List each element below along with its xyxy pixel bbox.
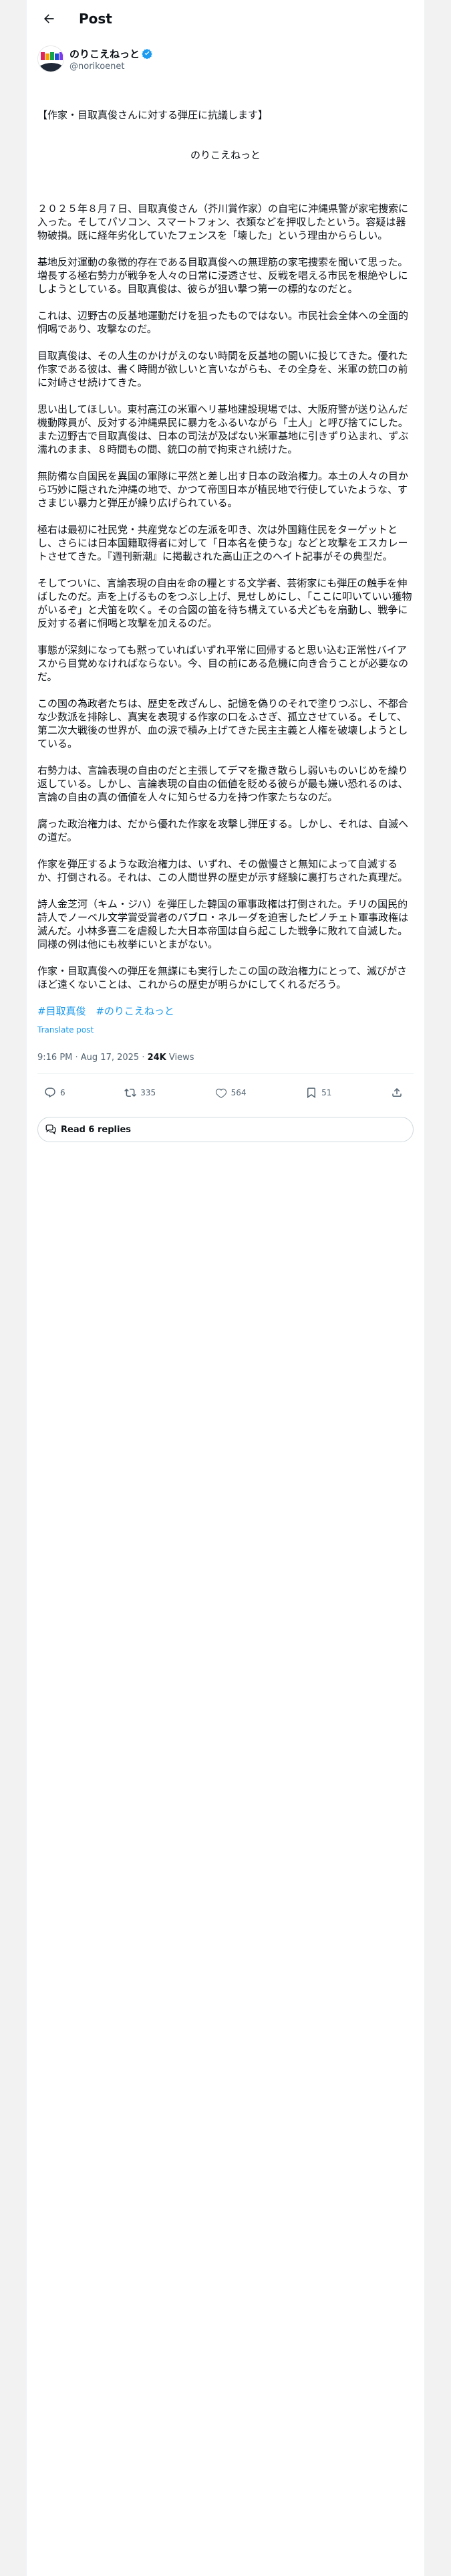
translate-post-link[interactable]: Translate post: [37, 1023, 414, 1037]
views-count: 24K: [147, 1053, 166, 1063]
repost-count: 335: [140, 1088, 156, 1097]
post-paragraph: 思い出してほしい。東村高江の米軍ヘリ基地建設現場では、大阪府警が送り込んだ機動隊…: [37, 403, 409, 455]
hashtag-link[interactable]: #のりこえねっと: [96, 1005, 174, 1017]
author-name-row: のりこえねっと: [69, 47, 152, 61]
read-replies-button[interactable]: Read 6 replies: [37, 1117, 414, 1142]
post-paragraph: 無防備な自国民を異国の軍隊に平然と差し出す日本の政治権力。本土の人々の目から巧妙…: [37, 470, 409, 509]
post-paragraph: この国の為政者たちは、歴史を改ざんし、記憶を偽りのそれで塗りつぶし、不都合な少数…: [37, 697, 408, 750]
post-paragraph: 目取真俊は、その人生のかけがえのない時間を反基地の闘いに投じてきた。優れた作家で…: [37, 350, 408, 389]
share-icon: [392, 1087, 402, 1097]
post-paragraph: これは、辺野古の反基地運動だけを狙ったものではない。市民社会全体への全面的恫喝で…: [37, 310, 409, 335]
read-replies-label: Read 6 replies: [61, 1124, 132, 1135]
hashtags: #目取真俊 #のりこえねっと: [37, 1004, 414, 1018]
post-paragraph: ２０２５年８月７日、目取真俊さん（芥川賞作家）の自宅に沖縄県警が家宅捜索に入った…: [37, 203, 409, 241]
post-timestamp[interactable]: 9:16 PM · Aug 17, 2025 ·: [37, 1053, 148, 1063]
author-name[interactable]: のりこえねっと: [69, 47, 140, 61]
bookmark-icon: [307, 1087, 316, 1099]
post-heading: 【作家・目取真俊さんに対する弾圧に抗議します】: [37, 109, 269, 121]
repost-button[interactable]: 335: [124, 1087, 156, 1099]
verified-badge-icon: [142, 49, 152, 59]
post-paragraph: 詩人金芝河（キム・ジハ）を弾圧した韓国の軍事政権は打倒された。チリの国民的詩人で…: [37, 898, 409, 950]
post-heading-block: 【作家・目取真俊さんに対する弾圧に抗議します】 のりこえねっと: [37, 82, 414, 189]
reply-count: 6: [60, 1088, 65, 1097]
like-count: 564: [231, 1088, 247, 1097]
logo-icon: [38, 46, 63, 72]
hashtag-link[interactable]: #目取真俊: [37, 1005, 86, 1017]
post-paragraph: そしてついに、言論表現の自由を命の糧とする文学者、芸術家にも弾圧の触手を伸ばした…: [37, 577, 412, 629]
post-paragraph: 事態が深刻になっても黙っていればいずれ平常に回帰すると思い込む正常性バイアスから…: [37, 644, 409, 683]
author-block: のりこえねっと @norikoenet: [27, 37, 424, 72]
post-paragraph: 作家を弾圧するような政治権力は、いずれ、その傲慢さと無知によって自滅するか、打倒…: [37, 858, 408, 883]
avatar[interactable]: [37, 45, 64, 72]
repost-icon: [124, 1088, 137, 1097]
like-button[interactable]: 564: [215, 1087, 247, 1099]
reply-button[interactable]: 6: [44, 1087, 65, 1099]
post-paragraph: 極右は最初に社民党・共産党などの左派を叩き、次は外国籍住民をターゲットとし、さら…: [37, 524, 408, 562]
author-handle[interactable]: @norikoenet: [69, 62, 152, 72]
post-body: 【作家・目取真俊さんに対する弾圧に抗議します】 のりこえねっと ２０２５年８月７…: [27, 72, 424, 1037]
heart-icon: [215, 1088, 227, 1099]
views-label: Views: [166, 1053, 194, 1063]
bookmark-button[interactable]: 51: [305, 1087, 331, 1099]
post-meta: 9:16 PM · Aug 17, 2025 · 24K Views: [37, 1053, 414, 1063]
page-title: Post: [79, 11, 112, 27]
action-bar: 6 335 564 51: [27, 1074, 424, 1103]
author-text: のりこえねっと @norikoenet: [69, 47, 152, 72]
arrow-left-icon: [44, 14, 54, 23]
post-paragraph: 作家・目取真俊への弾圧を無謀にも実行したこの国の政治権力にとって、滅びがさほど遠…: [37, 965, 408, 990]
top-bar: Post: [27, 0, 424, 37]
bookmark-count: 51: [321, 1088, 332, 1097]
post-paragraph: 右勢力は、言論表現の自由のだと主張してデマを撒き散らし弱いものいじめを繰り返して…: [37, 764, 408, 803]
back-button[interactable]: [37, 7, 60, 30]
chat-bubbles-icon: [45, 1124, 56, 1135]
post-heading-sub: のりこえねっと: [190, 149, 261, 161]
share-button[interactable]: [391, 1087, 407, 1099]
post-paragraph: 基地反対運動の象徴的存在である目取真俊への無理筋の家宅捜索を聞いて思った。増長す…: [37, 256, 408, 295]
post-paragraph: 腐った政治権力は、だから優れた作家を攻撃し弾圧する。しかし、それは、自滅への道だ…: [37, 818, 409, 843]
post-column: Post のりこえねっと @norikoenet 【作家・目取真俊さんに対する弾…: [26, 0, 425, 2576]
reply-icon: [45, 1087, 55, 1098]
